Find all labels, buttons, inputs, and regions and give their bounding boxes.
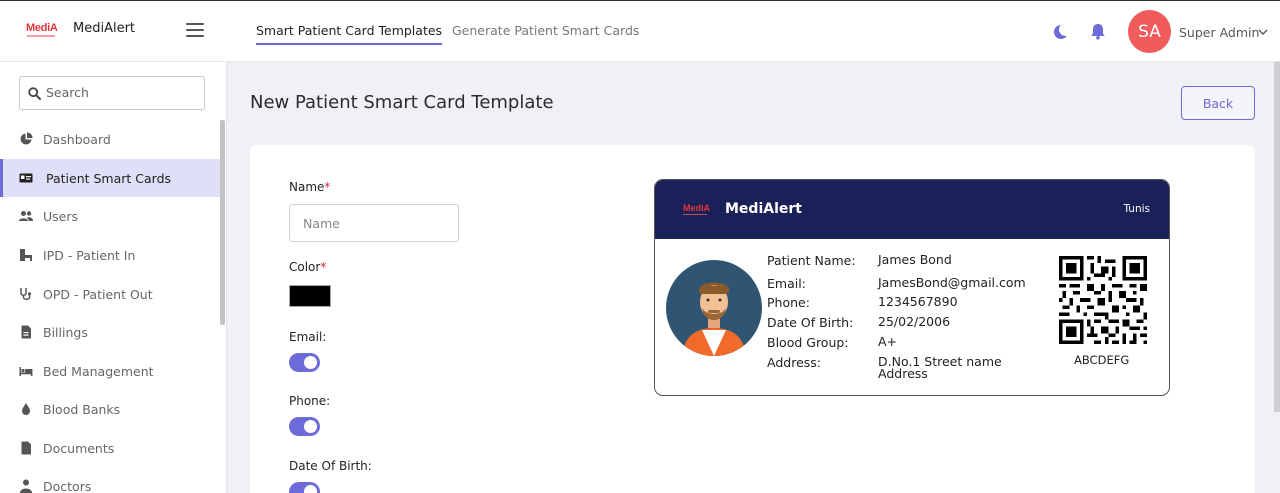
sidebar-item-doctors[interactable]: Doctors xyxy=(0,467,222,493)
chevron-down-icon[interactable] xyxy=(1258,28,1268,36)
required-mark: * xyxy=(324,180,331,194)
email-label: Email: xyxy=(289,330,327,344)
bell-icon[interactable] xyxy=(1090,23,1106,40)
sidebar-item-opd[interactable]: OPD - Patient Out xyxy=(0,275,222,313)
card-value-blood-group: A+ xyxy=(878,334,898,349)
color-picker[interactable] xyxy=(289,285,331,307)
moon-icon[interactable] xyxy=(1054,23,1072,39)
avatar[interactable]: SA xyxy=(1128,10,1171,53)
user-name[interactable]: Super Admin xyxy=(1179,25,1259,40)
tab-card-templates[interactable]: Smart Patient Card Templates xyxy=(256,23,443,45)
invoice-icon xyxy=(21,325,31,339)
sidebar-scrollbar[interactable] xyxy=(220,120,225,325)
id-card-icon xyxy=(19,173,33,183)
bed-icon xyxy=(19,367,33,376)
card-label-address: Address: xyxy=(767,355,821,370)
sidebar-item-label: Documents xyxy=(43,440,115,456)
sidebar-item-label: Doctors xyxy=(43,478,92,493)
card-value-email: JamesBond@gmail.com xyxy=(878,275,1026,290)
top-bar: MediA MediAlert Smart Patient Card Templ… xyxy=(0,0,1280,62)
sidebar-item-ipd[interactable]: IPD - Patient In xyxy=(0,236,222,274)
dob-label: Date Of Birth: xyxy=(289,459,372,473)
brand-name: MediAlert xyxy=(73,21,136,36)
brand[interactable]: MediA MediAlert xyxy=(26,21,136,37)
name-input[interactable] xyxy=(289,204,459,242)
sidebar-item-label: OPD - Patient Out xyxy=(43,286,153,302)
patient-avatar-image xyxy=(666,260,762,356)
sidebar-item-patient-smart-cards[interactable]: Patient Smart Cards xyxy=(0,159,222,197)
brand-logo: MediA xyxy=(26,22,60,37)
page-title: New Patient Smart Card Template xyxy=(250,92,554,113)
sidebar-item-label: Billings xyxy=(43,324,88,340)
document-icon xyxy=(21,441,31,455)
stethoscope-icon xyxy=(20,288,32,301)
tab-generate-cards[interactable]: Generate Patient Smart Cards xyxy=(452,23,639,38)
card-label-dob: Date Of Birth: xyxy=(767,315,854,330)
main-scrollbar[interactable] xyxy=(1274,62,1280,412)
pie-chart-icon xyxy=(20,132,33,145)
phone-label: Phone: xyxy=(289,394,331,408)
search-input[interactable] xyxy=(46,85,196,100)
patient-code: ABCDEFG xyxy=(1074,353,1130,367)
phone-toggle[interactable] xyxy=(289,417,320,436)
sidebar-item-billings[interactable]: Billings xyxy=(0,313,222,351)
sidebar-item-users[interactable]: Users xyxy=(0,197,222,235)
card-value-address: D.No.1 Street name Address xyxy=(878,354,1002,381)
card-logo: MediA xyxy=(683,203,710,215)
sidebar-item-label: Dashboard xyxy=(43,131,111,147)
card-label-phone: Phone: xyxy=(767,295,810,310)
dob-toggle[interactable] xyxy=(289,482,320,493)
card-value-phone: 1234567890 xyxy=(878,294,958,309)
search-box[interactable] xyxy=(19,76,205,110)
search-icon xyxy=(28,87,41,100)
qr-code-image xyxy=(1059,256,1147,344)
sidebar-item-label: Bed Management xyxy=(43,363,154,379)
email-toggle[interactable] xyxy=(289,353,320,372)
color-label: Color* xyxy=(289,260,327,274)
blood-drop-icon xyxy=(22,403,30,415)
users-icon xyxy=(19,211,33,221)
hamburger-icon[interactable] xyxy=(186,23,204,39)
required-mark: * xyxy=(320,260,327,274)
sidebar-item-label: Users xyxy=(43,208,79,224)
sidebar-item-label: IPD - Patient In xyxy=(43,247,136,263)
sidebar-item-dashboard[interactable]: Dashboard xyxy=(0,120,222,158)
doctor-icon xyxy=(20,479,32,493)
card-label-name: Patient Name: xyxy=(767,253,856,268)
card-value-dob: 25/02/2006 xyxy=(878,314,951,329)
sidebar-item-blood-banks[interactable]: Blood Banks xyxy=(0,390,222,428)
card-header: MediA MediAlert Tunis xyxy=(655,180,1169,239)
smart-card-preview: MediA MediAlert Tunis Patient Name: Jame… xyxy=(654,179,1170,396)
card-city: Tunis xyxy=(1123,203,1150,215)
hospital-bed-icon xyxy=(20,249,32,261)
sidebar-item-bed-management[interactable]: Bed Management xyxy=(0,352,222,390)
card-brand: MediAlert xyxy=(725,201,802,217)
card-value-name: James Bond xyxy=(878,252,952,267)
sidebar-item-label: Blood Banks xyxy=(43,401,121,417)
card-label-email: Email: xyxy=(767,276,806,291)
sidebar-item-label: Patient Smart Cards xyxy=(46,170,172,186)
back-button[interactable]: Back xyxy=(1181,86,1255,120)
card-label-blood-group: Blood Group: xyxy=(767,335,849,350)
sidebar: Dashboard Patient Smart Cards Users IPD … xyxy=(0,62,227,493)
name-label: Name* xyxy=(289,180,331,194)
sidebar-item-documents[interactable]: Documents xyxy=(0,429,222,467)
